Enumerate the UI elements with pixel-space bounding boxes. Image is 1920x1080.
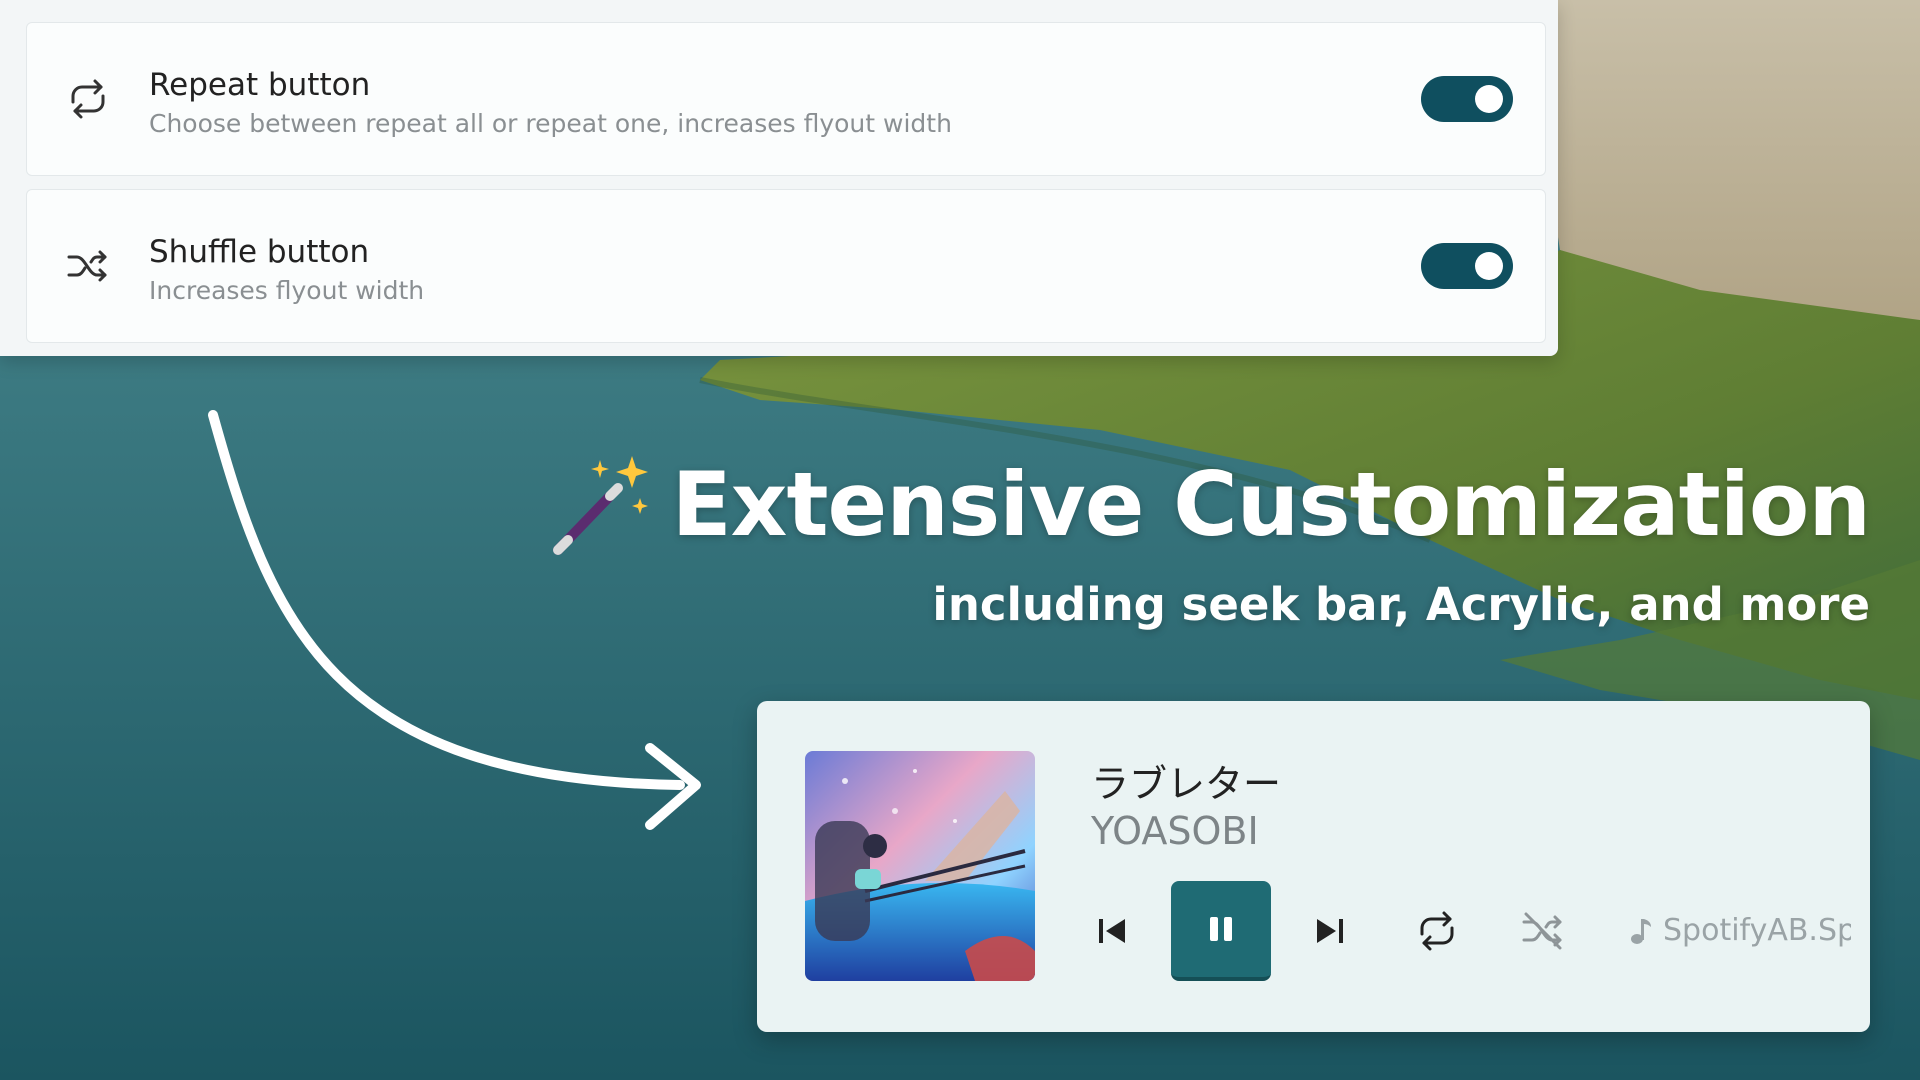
repeat-icon — [63, 74, 113, 124]
setting-description: Increases flyout width — [149, 276, 425, 305]
shuffle-icon — [63, 241, 113, 291]
source-app: SpotifyAB.Sp — [1629, 913, 1851, 948]
media-flyout: ラブレター YOASOBI SpotifyAB.Sp — [757, 701, 1870, 1032]
next-icon — [1317, 919, 1343, 943]
shuffle-button[interactable] — [1493, 881, 1593, 981]
music-note-icon — [1631, 918, 1651, 944]
setting-title: Repeat button — [149, 67, 371, 103]
headline-subtitle: including seek bar, Acrylic, and more — [932, 578, 1870, 631]
next-button[interactable] — [1280, 881, 1380, 981]
setting-repeat-button: Repeat button Choose between repeat all … — [26, 22, 1546, 176]
headline: Extensive Customization including seek b… — [548, 450, 1871, 631]
screen: Repeat button Choose between repeat all … — [0, 0, 1920, 1080]
song-artist: YOASOBI — [1091, 809, 1259, 853]
previous-icon — [1099, 919, 1125, 943]
headline-title: Extensive Customization — [671, 453, 1871, 556]
headline-title-row: Extensive Customization — [548, 450, 1871, 560]
setting-title: Shuffle button — [149, 234, 370, 270]
song-title: ラブレター — [1091, 762, 1282, 806]
toggle-knob — [1475, 85, 1503, 113]
setting-shuffle-button: Shuffle button Increases flyout width — [26, 189, 1546, 343]
play-pause-button[interactable] — [1171, 881, 1271, 981]
toggle-knob — [1475, 252, 1503, 280]
shuffle-button-toggle[interactable] — [1421, 243, 1513, 289]
setting-description: Choose between repeat all or repeat one,… — [149, 109, 952, 138]
pause-icon — [1210, 917, 1232, 941]
shuffle-off-icon — [1522, 912, 1562, 950]
repeat-button[interactable] — [1387, 881, 1487, 981]
source-app-name: SpotifyAB.Sp — [1663, 913, 1851, 948]
repeat-button-toggle[interactable] — [1421, 76, 1513, 122]
previous-button[interactable] — [1062, 881, 1162, 981]
album-art — [805, 751, 1035, 981]
settings-panel: Repeat button Choose between repeat all … — [0, 0, 1558, 356]
repeat-icon — [1420, 911, 1454, 951]
magic-wand-icon — [552, 456, 648, 555]
